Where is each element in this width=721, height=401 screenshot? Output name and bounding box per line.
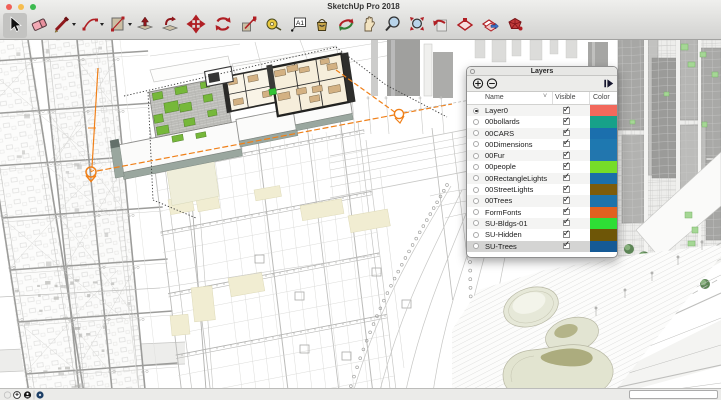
svg-text:A1: A1	[296, 20, 304, 27]
